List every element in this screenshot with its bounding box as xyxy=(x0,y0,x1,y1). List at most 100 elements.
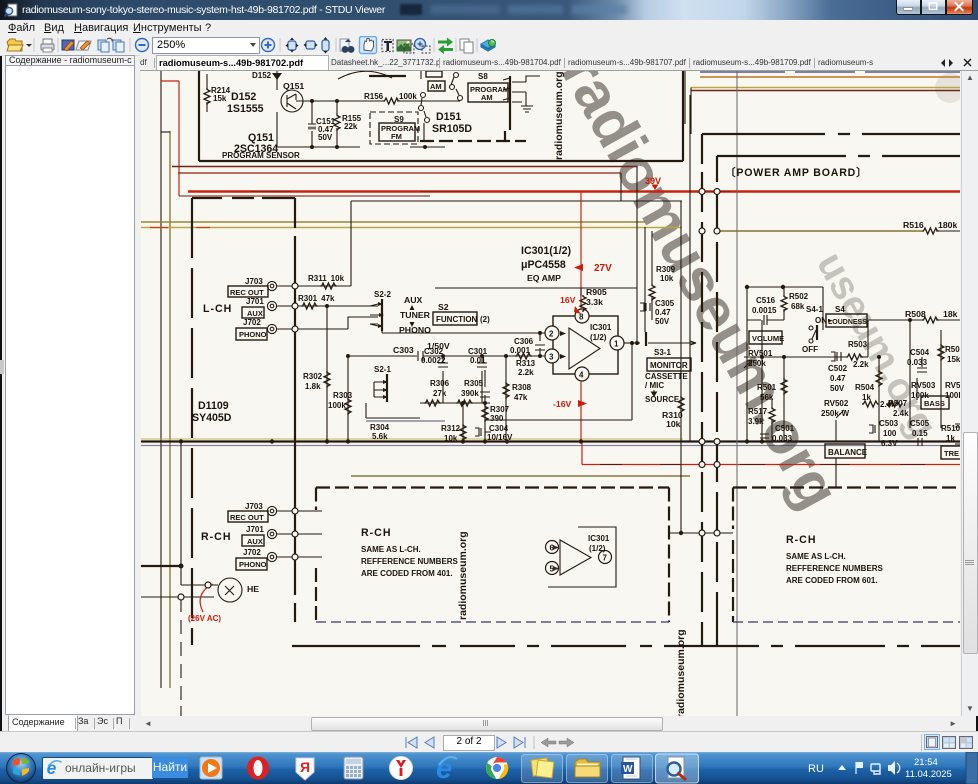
svg-text:FM: FM xyxy=(391,132,402,141)
svg-text:-16V: -16V xyxy=(553,399,572,409)
svg-text:SOURCE: SOURCE xyxy=(645,395,680,404)
svg-text:R302: R302 xyxy=(303,372,323,381)
svg-text:IC301(1/2): IC301(1/2) xyxy=(521,245,571,257)
svg-text:R-CH: R-CH xyxy=(361,527,391,539)
svg-text:S4-1: S4-1 xyxy=(806,305,823,314)
svg-text:10k: 10k xyxy=(660,274,674,283)
svg-text:S4: S4 xyxy=(835,305,845,314)
svg-text:27k: 27k xyxy=(433,389,447,398)
svg-text:S2-2: S2-2 xyxy=(374,290,391,299)
svg-text:radiomuseum.org: radiomuseum.org xyxy=(457,531,469,620)
svg-text:LOUDNESS: LOUDNESS xyxy=(828,319,867,326)
svg-text:SY405D: SY405D xyxy=(192,412,232,424)
svg-text:C302: C302 xyxy=(424,347,444,356)
svg-text:C303: C303 xyxy=(393,345,414,355)
svg-text:15k: 15k xyxy=(213,94,227,103)
svg-text:1: 1 xyxy=(614,340,619,349)
svg-text:IC301: IC301 xyxy=(590,323,612,332)
svg-text:(1/2): (1/2) xyxy=(589,544,606,553)
svg-text:REFFERENCE NUMBERS: REFFERENCE NUMBERS xyxy=(786,564,884,573)
svg-text:J701: J701 xyxy=(246,297,264,306)
svg-text:S3-1: S3-1 xyxy=(654,348,671,357)
svg-text:CASSETTE: CASSETTE xyxy=(645,372,688,381)
svg-text:10k: 10k xyxy=(444,434,458,443)
svg-text:(2): (2) xyxy=(480,315,490,324)
svg-text:180k: 180k xyxy=(938,220,957,230)
svg-text:BASS: BASS xyxy=(924,399,945,408)
svg-text:PHONO: PHONO xyxy=(239,330,267,339)
svg-text:R508: R508 xyxy=(905,309,926,319)
svg-text:C503: C503 xyxy=(879,419,899,428)
svg-text:C301: C301 xyxy=(468,347,488,356)
svg-text:SAME AS L-CH.: SAME AS L-CH. xyxy=(361,545,421,554)
svg-text:ARE CODED FROM 601.: ARE CODED FROM 601. xyxy=(786,576,878,585)
svg-text:2.4k: 2.4k xyxy=(893,409,909,418)
svg-text:1.8k: 1.8k xyxy=(305,382,321,391)
svg-text:R308: R308 xyxy=(512,383,532,392)
svg-text:OFF: OFF xyxy=(802,345,818,354)
svg-text:10k: 10k xyxy=(666,419,681,429)
svg-text:J703: J703 xyxy=(245,502,263,511)
svg-text:0.001: 0.001 xyxy=(510,346,531,355)
svg-text:C306: C306 xyxy=(514,337,534,346)
svg-text:68k: 68k xyxy=(791,302,805,311)
svg-text:D152: D152 xyxy=(231,91,256,103)
svg-text:J703: J703 xyxy=(245,277,263,286)
svg-text:RV502: RV502 xyxy=(824,399,849,408)
svg-text:C505: C505 xyxy=(910,419,930,428)
svg-text:C305: C305 xyxy=(655,299,675,308)
svg-text:21:54: 21:54 xyxy=(914,757,938,768)
svg-text:3.3k: 3.3k xyxy=(586,297,603,307)
svg-text:0.47: 0.47 xyxy=(830,374,846,383)
svg-text:radiomuseum.org: radiomuseum.org xyxy=(675,629,687,716)
svg-text:0.47: 0.47 xyxy=(655,308,671,317)
svg-text:S2-1: S2-1 xyxy=(374,365,391,374)
svg-text:0.033: 0.033 xyxy=(772,434,793,443)
svg-text:2.2k: 2.2k xyxy=(853,360,869,369)
svg-text:AUX: AUX xyxy=(247,309,263,318)
svg-text:3.9k: 3.9k xyxy=(748,417,764,426)
svg-text:C516: C516 xyxy=(756,296,776,305)
svg-text:IC301: IC301 xyxy=(588,534,610,543)
svg-text:390: 390 xyxy=(490,414,504,423)
svg-text:W: W xyxy=(623,764,633,775)
svg-text:C502: C502 xyxy=(828,364,848,373)
svg-text:R504: R504 xyxy=(855,383,875,392)
svg-text:REFFERENCE NUMBERS: REFFERENCE NUMBERS xyxy=(361,557,459,566)
svg-text:50V: 50V xyxy=(318,133,333,142)
svg-text:D151: D151 xyxy=(436,111,461,123)
svg-text:R304: R304 xyxy=(370,423,390,432)
svg-text:radiomuseum.org: radiomuseum.org xyxy=(553,71,565,160)
svg-text:SR105D: SR105D xyxy=(432,123,472,135)
svg-text:15k: 15k xyxy=(947,355,960,364)
svg-text:22k: 22k xyxy=(344,122,358,131)
svg-text:D1109: D1109 xyxy=(198,400,229,412)
svg-text:VOLUME: VOLUME xyxy=(752,334,784,343)
svg-text:SAME AS L-CH.: SAME AS L-CH. xyxy=(786,552,846,561)
svg-text:R510: R510 xyxy=(941,424,960,433)
svg-text:100: 100 xyxy=(883,429,897,438)
svg-text:AM: AM xyxy=(430,82,442,91)
svg-text:RV503: RV503 xyxy=(911,381,936,390)
svg-text:/ MIC: / MIC xyxy=(645,381,664,390)
svg-text:R-CH: R-CH xyxy=(786,534,816,546)
svg-text:1k: 1k xyxy=(946,434,955,443)
svg-text:Я: Я xyxy=(300,759,310,775)
svg-text:2: 2 xyxy=(549,330,554,339)
svg-text:AUX: AUX xyxy=(404,295,423,305)
svg-text:4: 4 xyxy=(579,371,584,380)
svg-text:PHONO: PHONO xyxy=(239,560,267,569)
svg-text:27V: 27V xyxy=(594,263,612,274)
svg-text:0.15: 0.15 xyxy=(912,429,928,438)
svg-text:2.2k: 2.2k xyxy=(518,368,534,377)
svg-text:(26V AC): (26V AC) xyxy=(188,614,221,623)
svg-text:2.4k: 2.4k xyxy=(880,400,896,409)
svg-text:R309: R309 xyxy=(656,265,676,274)
svg-text:J702: J702 xyxy=(243,318,261,327)
svg-text:ARE CODED FROM 401.: ARE CODED FROM 401. xyxy=(361,569,453,578)
svg-text:HE: HE xyxy=(247,584,259,594)
svg-text:R503: R503 xyxy=(848,340,868,349)
svg-text:0.0015: 0.0015 xyxy=(752,306,777,315)
svg-text:EQ AMP: EQ AMP xyxy=(527,273,561,283)
svg-text:RV504: RV504 xyxy=(945,381,960,390)
